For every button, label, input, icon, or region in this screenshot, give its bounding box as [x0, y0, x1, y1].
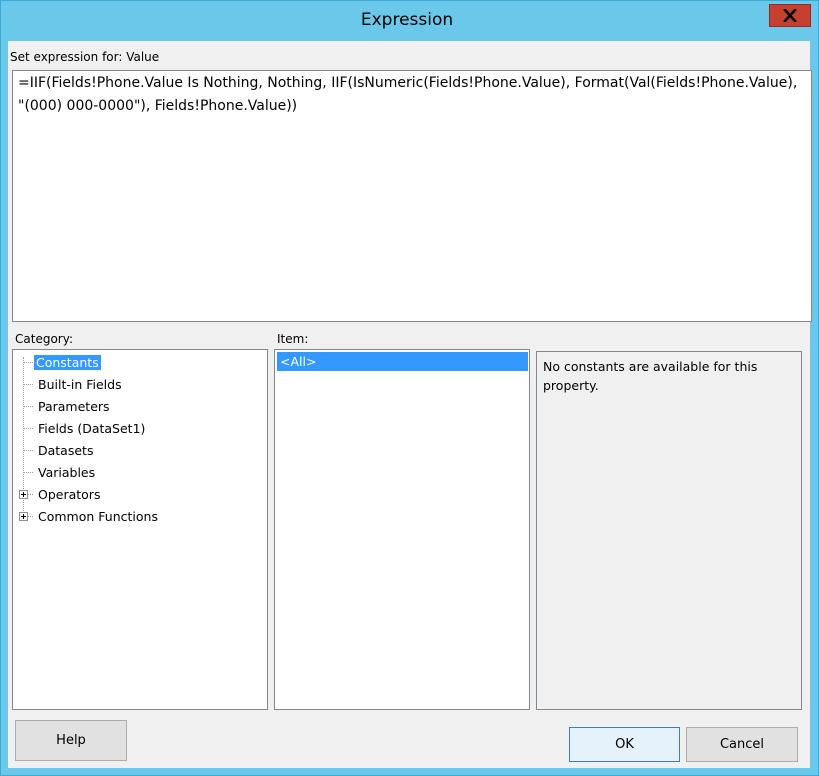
category-tree[interactable]: Constants Built-in Fields Parameters Fie… [12, 349, 268, 710]
tree-item-common-functions[interactable]: Common Functions [38, 507, 158, 526]
ok-button[interactable]: OK [569, 727, 680, 762]
close-icon [783, 9, 797, 22]
tree-item-label: Constants [34, 355, 101, 370]
dialog-title: Expression [360, 10, 454, 30]
tree-connector [24, 472, 33, 473]
tree-connector [24, 384, 33, 385]
category-label: Category: [15, 332, 73, 346]
tree-connector [24, 428, 33, 429]
tree-item-variables[interactable]: Variables [38, 463, 95, 482]
cancel-button[interactable]: Cancel [686, 727, 798, 762]
list-item-all[interactable]: <All> [277, 352, 528, 371]
expression-dialog: Expression Set expression for: Value =II… [0, 0, 819, 776]
tree-item-built-in-fields[interactable]: Built-in Fields [38, 375, 122, 394]
expression-label: Set expression for: Value [10, 50, 160, 64]
description-text: No constants are available for this prop… [543, 359, 758, 393]
item-list[interactable]: <All> [274, 349, 530, 710]
tree-item-parameters[interactable]: Parameters [38, 397, 110, 416]
tree-connector [24, 450, 33, 451]
tree-connector [24, 406, 33, 407]
close-button[interactable] [769, 4, 811, 27]
tree-connector [28, 516, 33, 517]
expand-icon[interactable] [19, 490, 28, 499]
expression-editor[interactable]: =IIF(Fields!Phone.Value Is Nothing, Noth… [12, 70, 812, 322]
tree-item-fields-dataset1[interactable]: Fields (DataSet1) [38, 419, 145, 438]
description-panel: No constants are available for this prop… [536, 351, 802, 710]
tree-item-datasets[interactable]: Datasets [38, 441, 93, 460]
tree-item-constants[interactable]: Constants [34, 353, 101, 372]
dialog-body: Set expression for: Value =IIF(Fields!Ph… [8, 41, 812, 768]
title-bar[interactable]: Expression [1, 1, 818, 41]
tree-connector [24, 362, 33, 363]
help-button[interactable]: Help [15, 720, 127, 761]
item-label: Item: [277, 332, 309, 346]
expand-icon[interactable] [19, 512, 28, 521]
tree-connector [28, 494, 33, 495]
tree-item-operators[interactable]: Operators [38, 485, 100, 504]
